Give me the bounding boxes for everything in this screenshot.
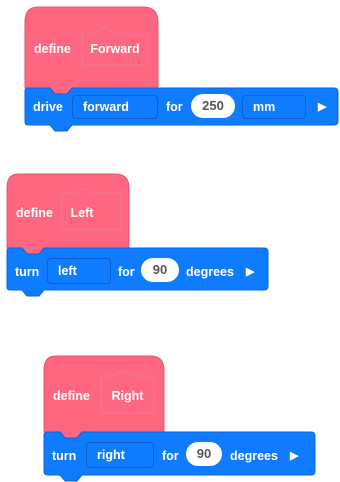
script-define-left[interactable]: define Left turn left for 90 degrees ▶ — [0, 160, 340, 320]
distance-input[interactable]: 250 — [191, 94, 235, 118]
define-keyword: define — [34, 42, 71, 56]
unit-label: degrees — [186, 265, 234, 279]
define-keyword: define — [53, 389, 90, 403]
custom-block-name[interactable]: Right — [101, 388, 154, 404]
direction-dropdown[interactable]: left — [47, 258, 111, 284]
script-define-forward[interactable]: define Forward drive forward for 250 mm … — [0, 0, 340, 140]
script-define-right[interactable]: define Right turn right for 90 degrees ▶ — [0, 340, 340, 482]
custom-block-name[interactable]: Forward — [82, 41, 148, 57]
drive-keyword: drive — [33, 100, 63, 114]
block-shapes — [24, 6, 339, 132]
custom-block-name[interactable]: Left — [62, 205, 102, 221]
for-label: for — [118, 265, 135, 279]
for-label: for — [166, 100, 183, 114]
run-icon[interactable]: ▶ — [246, 265, 254, 279]
angle-input[interactable]: 90 — [141, 258, 179, 282]
block-shapes — [6, 173, 269, 297]
direction-dropdown[interactable]: right — [86, 442, 154, 468]
unit-dropdown[interactable]: mm — [242, 95, 306, 119]
run-icon[interactable]: ▶ — [318, 100, 326, 114]
angle-input[interactable]: 90 — [186, 442, 222, 466]
define-keyword: define — [16, 206, 53, 220]
run-icon[interactable]: ▶ — [290, 449, 298, 463]
turn-keyword: turn — [15, 265, 40, 279]
turn-keyword: turn — [52, 449, 77, 463]
for-label: for — [162, 449, 179, 463]
direction-dropdown[interactable]: forward — [72, 95, 158, 119]
unit-label: degrees — [230, 449, 278, 463]
